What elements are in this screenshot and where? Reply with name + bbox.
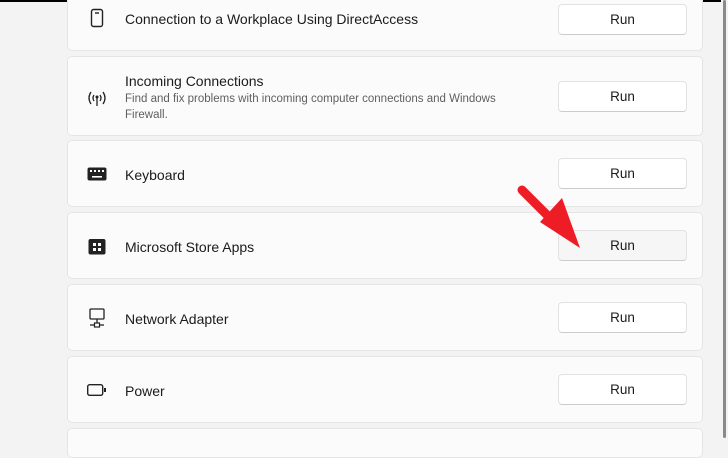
run-button[interactable]: Run [558,302,687,333]
troubleshooter-store-apps: Microsoft Store Apps Run [67,212,703,279]
run-button[interactable]: Run [558,374,687,405]
troubleshooter-title: Incoming Connections [125,73,264,89]
keyboard-icon [86,163,108,185]
troubleshooter-description: Find and fix problems with incoming comp… [125,93,496,121]
run-button[interactable]: Run [558,4,687,35]
battery-icon [86,379,108,401]
network-icon [86,307,108,329]
troubleshooter-power: Power Run [67,356,703,423]
troubleshooter-title: Microsoft Store Apps [125,239,255,255]
troubleshooter-network-adapter: Network Adapter Run [67,284,703,351]
troubleshooter-next [67,428,703,458]
troubleshooter-incoming-connections: Incoming Connections Find and fix proble… [67,56,703,136]
troubleshooter-keyboard: Keyboard Run [67,140,703,207]
run-button[interactable]: Run [558,81,687,112]
antenna-icon [86,87,108,109]
scrollbar-thumb[interactable] [723,0,726,438]
troubleshooter-title: Keyboard [125,167,185,183]
troubleshooter-directaccess: Connection to a Workplace Using DirectAc… [67,0,703,51]
troubleshooter-title: Network Adapter [125,311,229,327]
phone-icon [86,7,108,29]
store-icon [86,235,108,257]
troubleshooter-title: Connection to a Workplace Using DirectAc… [125,11,419,27]
troubleshooter-title: Power [125,383,165,399]
red-arrow-annotation [517,185,580,248]
